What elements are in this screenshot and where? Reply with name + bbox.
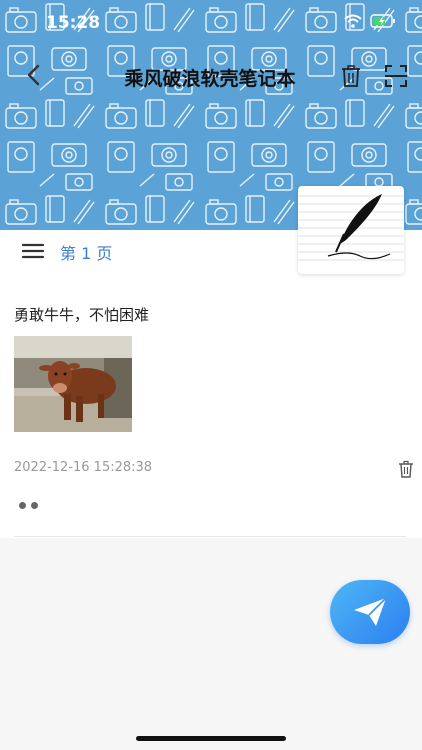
divider — [14, 536, 406, 537]
menu-button[interactable] — [21, 242, 45, 260]
delete-note-button[interactable] — [398, 460, 414, 478]
cow-photo-image — [14, 336, 132, 432]
wifi-icon — [344, 14, 362, 28]
chevron-left-icon — [27, 64, 40, 86]
note-text: 勇敢牛牛，不怕困难 — [14, 306, 150, 324]
send-button[interactable] — [330, 580, 410, 644]
more-options-button[interactable] — [19, 502, 38, 509]
note-timestamp: 2022-12-16 15:28:38 — [14, 460, 153, 475]
status-bar-time: 15:28 — [46, 13, 101, 33]
status-bar-icons — [344, 14, 396, 28]
trash-icon — [342, 65, 360, 87]
delete-notebook-button[interactable] — [340, 64, 362, 88]
trash-icon — [399, 460, 413, 478]
battery-icon — [370, 14, 396, 28]
dot-icon — [31, 502, 38, 509]
scan-button[interactable] — [384, 64, 408, 88]
scan-icon — [385, 65, 407, 87]
paper-plane-icon — [354, 597, 387, 626]
page-number-label[interactable]: 第 1 页 — [60, 240, 112, 264]
hamburger-menu-icon — [21, 243, 45, 259]
note-page: 第 1 页 勇敢牛牛，不怕困难 2022-12-16 15:28:38 — [0, 230, 422, 538]
dot-icon — [19, 502, 26, 509]
page-bar: 第 1 页 — [0, 230, 300, 272]
home-indicator — [136, 736, 286, 741]
quill-pen-icon — [298, 194, 404, 261]
notebook-cover-thumbnail[interactable] — [298, 186, 404, 274]
page-title: 乘风破浪软壳笔记本 — [124, 68, 296, 90]
back-button[interactable] — [20, 62, 46, 88]
note-photo[interactable] — [14, 336, 132, 432]
